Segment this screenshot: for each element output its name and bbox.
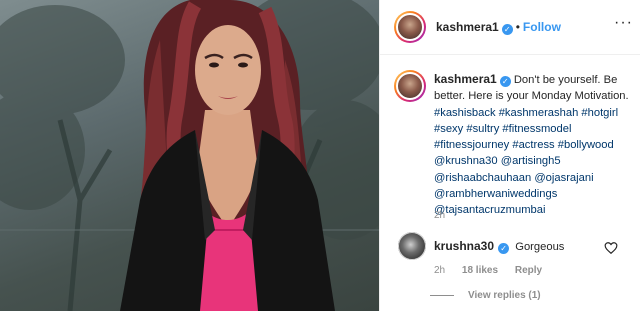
- reply-button[interactable]: Reply: [515, 265, 542, 276]
- author-line: kashmera1 ✓ • Follow: [436, 18, 561, 36]
- hashtag-link[interactable]: #hotgirl: [581, 107, 618, 119]
- comment-likes[interactable]: 18 likes: [462, 265, 498, 276]
- mention-link[interactable]: @artisingh5: [501, 155, 561, 167]
- mention-link[interactable]: @ojasrajani: [534, 172, 593, 184]
- verified-badge-icon: ✓: [501, 24, 513, 35]
- caption-timestamp[interactable]: 2h: [434, 210, 445, 221]
- photo-illustration: [0, 0, 379, 311]
- replies-divider: [430, 294, 454, 296]
- more-options-icon[interactable]: ···: [614, 14, 633, 32]
- hashtag-link[interactable]: #bollywood: [558, 139, 614, 151]
- comment-meta: 2h 18 likes Reply: [434, 265, 556, 276]
- verified-badge-icon: ✓: [499, 76, 511, 87]
- hashtag-link[interactable]: #actress: [512, 139, 554, 151]
- hashtag-link[interactable]: #fitnessjourney: [434, 139, 509, 151]
- mention-link[interactable]: @tajsantacruzmumbai: [434, 204, 545, 216]
- mention-link[interactable]: @rishaabchauhaan: [434, 172, 531, 184]
- follow-button[interactable]: Follow: [523, 20, 561, 34]
- heart-icon[interactable]: [604, 241, 618, 255]
- comment-timestamp[interactable]: 2h: [434, 265, 445, 276]
- post-photo[interactable]: [0, 0, 379, 311]
- comment: krushna30 ✓ Gorgeous: [434, 239, 564, 254]
- view-replies-button[interactable]: View replies (1): [430, 290, 541, 301]
- view-replies-label: View replies (1): [468, 290, 541, 301]
- verified-badge-icon: ✓: [498, 243, 510, 254]
- caption-tags: #kashisback #kashmerashah #hotgirl #sexy…: [434, 107, 618, 217]
- hashtag-link[interactable]: #kashmerashah: [499, 107, 579, 119]
- hashtag-link[interactable]: #kashisback: [434, 107, 496, 119]
- separator-dot: •: [515, 20, 520, 34]
- caption-author-avatar[interactable]: [394, 70, 426, 102]
- mention-link[interactable]: @rambherwaniweddings: [434, 188, 557, 200]
- author-username[interactable]: kashmera1: [436, 20, 499, 34]
- hashtag-link[interactable]: #sultry: [466, 123, 499, 135]
- hashtag-link[interactable]: #sexy: [434, 123, 463, 135]
- post-side-panel: kashmera1 ✓ • Follow ··· kashmera1 ✓ Don't b…: [379, 0, 640, 311]
- caption-username[interactable]: kashmera1: [434, 72, 497, 86]
- post-caption: kashmera1 ✓ Don't be yourself. Be better.…: [434, 71, 634, 219]
- hashtag-link[interactable]: #fitnessmodel: [502, 123, 571, 135]
- commenter-username[interactable]: krushna30: [434, 239, 494, 253]
- mention-link[interactable]: @krushna30: [434, 155, 498, 167]
- author-avatar[interactable]: [394, 11, 426, 43]
- commenter-avatar[interactable]: [398, 232, 426, 260]
- post-header: kashmera1 ✓ • Follow ···: [380, 0, 640, 55]
- comment-text: Gorgeous: [515, 241, 565, 253]
